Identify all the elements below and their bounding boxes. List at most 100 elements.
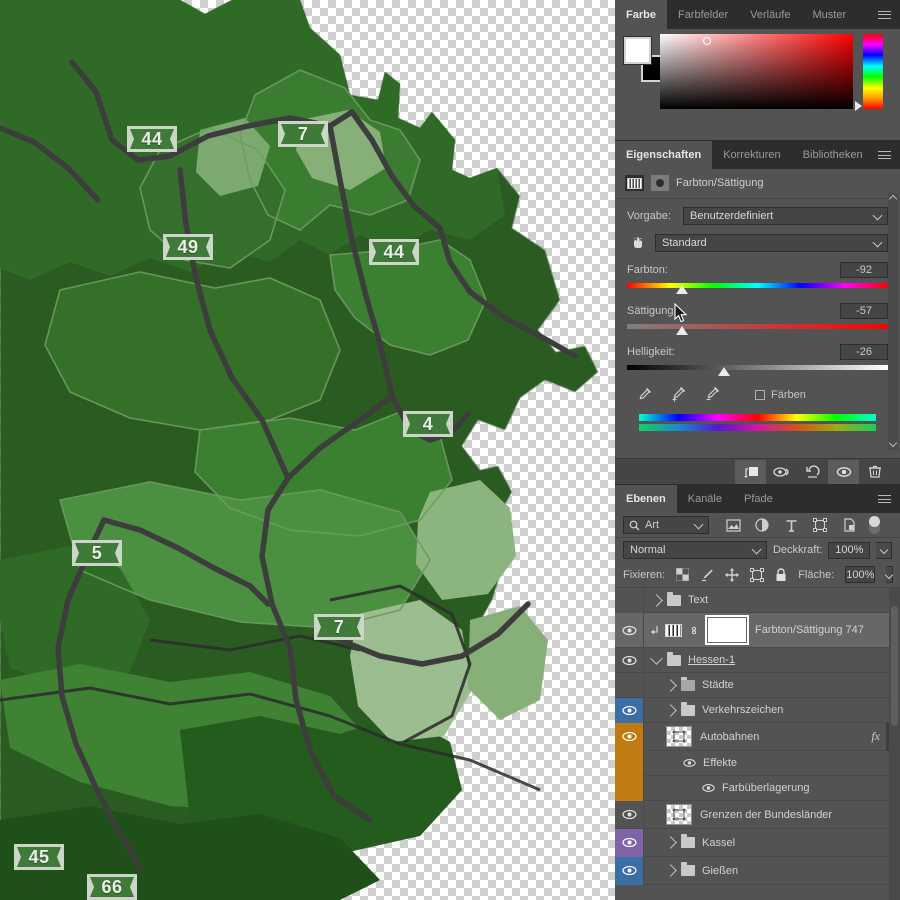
- chevron-right-icon[interactable]: [664, 864, 677, 877]
- layer-row[interactable]: Städte: [615, 672, 900, 698]
- tab-verlaeufe[interactable]: Verläufe: [739, 0, 802, 29]
- targeted-adjustment-tool-icon[interactable]: [627, 235, 649, 251]
- layer-visibility-toggle[interactable]: [615, 856, 644, 885]
- hue-value-input[interactable]: -92: [840, 261, 888, 278]
- filter-adjustment-icon[interactable]: [754, 517, 770, 533]
- lock-all-icon[interactable]: [775, 567, 787, 582]
- eyedropper-icon[interactable]: [635, 386, 653, 404]
- tab-ebenen[interactable]: Ebenen: [615, 485, 677, 513]
- layer-row[interactable]: Gießen: [615, 856, 900, 885]
- clip-to-layer-button[interactable]: [735, 459, 766, 484]
- filter-smart-object-icon[interactable]: [841, 517, 857, 533]
- lock-image-pixels-icon[interactable]: [700, 568, 714, 582]
- scroll-up-button[interactable]: [888, 194, 898, 204]
- layer-list[interactable]: Text Farbton/Sättigung 747 Hessen-1 Städ…: [615, 588, 900, 900]
- tab-farbfelder[interactable]: Farbfelder: [666, 0, 740, 29]
- channel-select[interactable]: Standard: [655, 234, 888, 252]
- filter-type-icon[interactable]: [783, 517, 799, 533]
- layer-thumbnail[interactable]: [666, 804, 692, 825]
- tab-korrekturen[interactable]: Korrekturen: [712, 141, 792, 169]
- opacity-stepper-button[interactable]: [876, 541, 892, 559]
- photoshop-canvas[interactable]: 44 7 49 44 4 5 7 45 66: [0, 0, 615, 900]
- lock-transparent-pixels-icon[interactable]: [676, 568, 690, 582]
- effect-visibility-toggle[interactable]: [615, 775, 644, 801]
- layer-visibility-toggle[interactable]: [615, 697, 644, 723]
- layer-row[interactable]: Kassel: [615, 828, 900, 857]
- reset-button[interactable]: [797, 460, 828, 484]
- chevron-right-icon[interactable]: [664, 678, 677, 692]
- filter-kind-select[interactable]: Art: [623, 516, 709, 534]
- colorize-checkbox-row[interactable]: Färben: [755, 389, 806, 401]
- tab-pfade[interactable]: Pfade: [733, 485, 784, 513]
- layer-visibility-toggle[interactable]: [615, 588, 644, 613]
- properties-panel-menu-button[interactable]: [874, 141, 894, 169]
- range-strip-bottom[interactable]: [639, 424, 876, 431]
- chevron-down-icon[interactable]: [650, 652, 663, 665]
- layer-visibility-toggle[interactable]: [615, 722, 644, 751]
- lightness-slider-knob[interactable]: [717, 367, 730, 376]
- layer-visibility-toggle[interactable]: [615, 800, 644, 829]
- fill-input[interactable]: 100%: [845, 566, 876, 583]
- layer-row[interactable]: Hessen-1: [615, 647, 900, 673]
- color-field-picker[interactable]: [660, 34, 853, 109]
- eyedropper-subtract-icon[interactable]: [703, 386, 721, 404]
- colorize-checkbox[interactable]: [755, 390, 765, 400]
- layer-visibility-toggle[interactable]: [615, 647, 644, 673]
- link-icon[interactable]: [688, 624, 700, 637]
- layer-thumbnail[interactable]: [666, 726, 692, 747]
- layers-panel-menu-button[interactable]: [874, 485, 894, 513]
- tab-farbe[interactable]: Farbe: [615, 0, 667, 29]
- properties-scrollbar[interactable]: [888, 193, 898, 450]
- lock-artboard-nesting-icon[interactable]: [750, 567, 765, 582]
- tab-muster[interactable]: Muster: [801, 0, 858, 29]
- hue-saturation-thumbnail[interactable]: [665, 623, 682, 637]
- hue-strip-slider[interactable]: [863, 34, 883, 109]
- eyedropper-add-icon[interactable]: [669, 386, 687, 404]
- layer-row[interactable]: Grenzen der Bundesländer: [615, 800, 900, 829]
- scrollbar-thumb[interactable]: [891, 606, 898, 726]
- filter-toggle-switch[interactable]: [869, 516, 880, 534]
- toggle-visibility-button[interactable]: [828, 459, 859, 484]
- tab-kanaele[interactable]: Kanäle: [676, 485, 733, 513]
- saturation-value-input[interactable]: -57: [840, 302, 888, 319]
- layer-row[interactable]: Farbton/Sättigung 747: [615, 612, 900, 648]
- layer-effects-row[interactable]: Effekte: [615, 750, 900, 776]
- eye-icon[interactable]: [682, 756, 696, 770]
- layer-row[interactable]: Autobahnen fx: [615, 722, 900, 751]
- layer-visibility-toggle[interactable]: [615, 828, 644, 857]
- preset-select[interactable]: Benutzerdefiniert: [683, 207, 888, 225]
- tab-bibliotheken[interactable]: Bibliotheken: [791, 141, 874, 169]
- color-field-marker[interactable]: [703, 37, 711, 45]
- effects-visibility-toggle[interactable]: [615, 750, 644, 776]
- layer-effects-indicator[interactable]: fx: [871, 729, 886, 744]
- chevron-right-icon[interactable]: [664, 836, 677, 849]
- filter-pixel-icon[interactable]: [725, 517, 741, 533]
- hue-slider-knob[interactable]: [675, 285, 688, 294]
- lock-position-icon[interactable]: [725, 567, 740, 582]
- layer-mask-thumbnail-icon[interactable]: [651, 175, 669, 191]
- chevron-right-icon[interactable]: [664, 703, 677, 717]
- saturation-slider-track[interactable]: [627, 323, 888, 335]
- layer-row[interactable]: Text: [615, 588, 900, 613]
- lightness-value-input[interactable]: -26: [840, 343, 888, 360]
- color-panel-menu-button[interactable]: [874, 0, 894, 29]
- delete-layer-button[interactable]: [859, 460, 890, 484]
- layer-effect-row[interactable]: Farbüberlagerung: [615, 775, 900, 801]
- hue-slider-track[interactable]: [627, 282, 888, 294]
- layer-visibility-toggle[interactable]: [615, 672, 644, 698]
- lightness-slider-track[interactable]: [627, 364, 888, 376]
- eye-icon[interactable]: [701, 781, 715, 795]
- layer-list-scrollbar[interactable]: [889, 588, 900, 900]
- foreground-color-swatch[interactable]: [624, 37, 651, 64]
- hue-marker-icon[interactable]: [855, 101, 862, 111]
- layer-row[interactable]: Verkehrszeichen: [615, 697, 900, 723]
- opacity-input[interactable]: 100%: [828, 541, 871, 559]
- saturation-slider-knob[interactable]: [675, 326, 688, 335]
- tab-eigenschaften[interactable]: Eigenschaften: [615, 141, 713, 169]
- scroll-down-button[interactable]: [888, 438, 898, 448]
- layer-visibility-toggle[interactable]: [615, 612, 644, 648]
- view-previous-state-button[interactable]: [766, 460, 797, 484]
- fill-stepper-button[interactable]: [885, 566, 894, 583]
- blend-mode-select[interactable]: Normal: [623, 541, 767, 559]
- filter-shape-icon[interactable]: [812, 517, 828, 533]
